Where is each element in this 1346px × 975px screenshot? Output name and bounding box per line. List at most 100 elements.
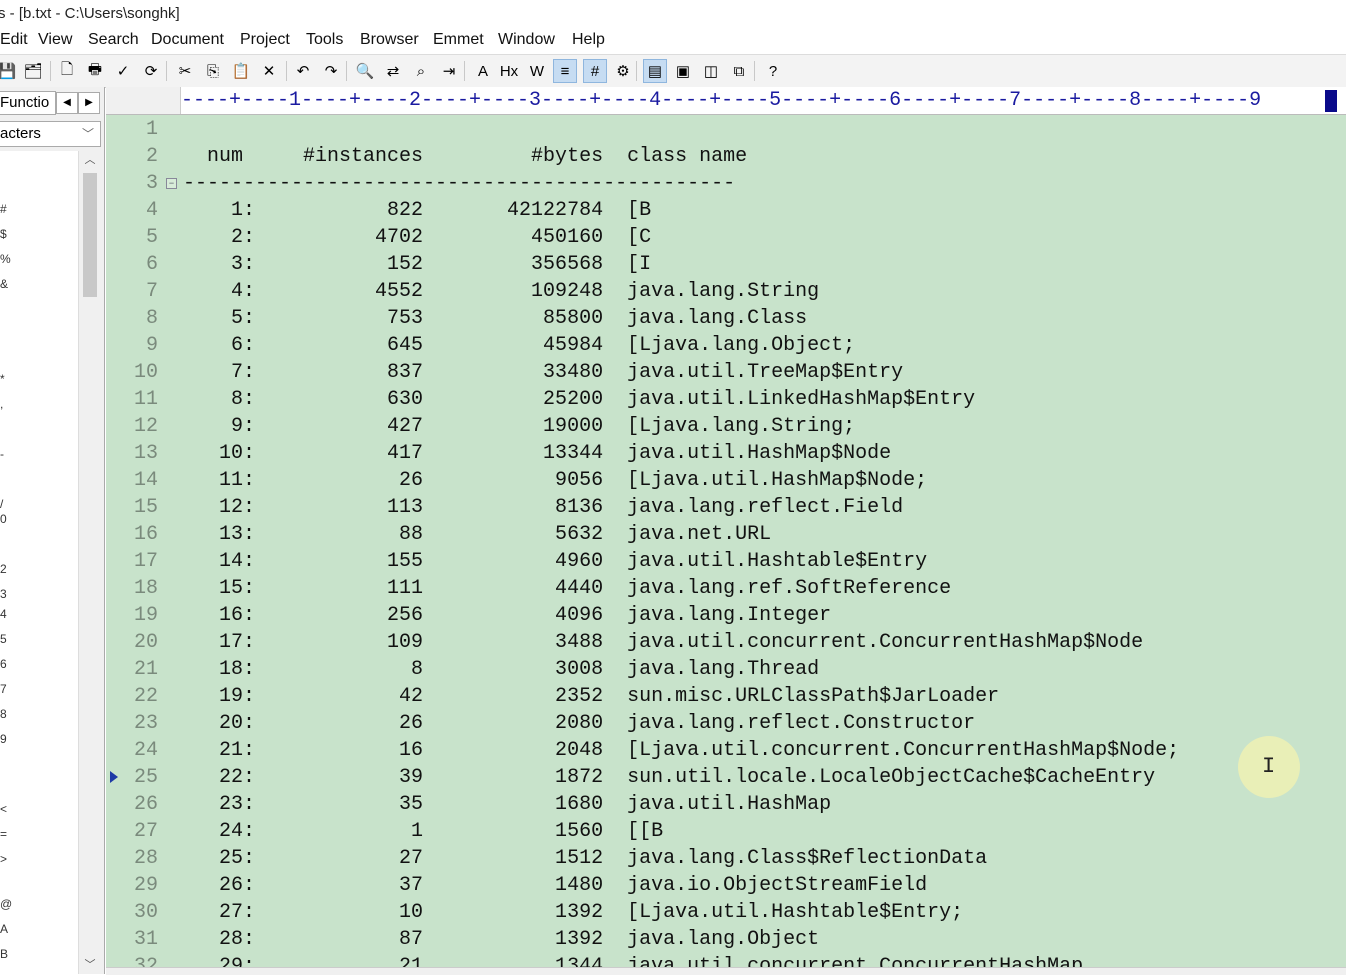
line-number: 19 (133, 604, 158, 627)
delete-icon[interactable]: ✕ (258, 60, 280, 82)
char-list-item[interactable]: 3 (0, 587, 7, 601)
char-list-item[interactable]: 4 (0, 607, 7, 621)
tab-next-icon[interactable]: ▶ (78, 92, 100, 114)
code-line: 18: 8 3008 java.lang.Thread (183, 658, 820, 681)
menu-browser[interactable]: Browser (360, 31, 419, 49)
line-number: 23 (133, 712, 158, 735)
print-preview-icon[interactable]: 🗋 (56, 60, 78, 82)
char-list-item[interactable]: * (0, 372, 5, 386)
line-number: 27 (133, 820, 158, 843)
character-list[interactable]: # $% & *, - /0 2 3 4 5 6 7 8 9 < = > @ A B (0, 151, 78, 974)
char-list-item[interactable]: & (0, 277, 8, 291)
menu-document[interactable]: Document (151, 31, 224, 49)
scroll-up-icon[interactable]: ︿ (79, 151, 101, 169)
char-list-item[interactable]: = (0, 827, 7, 841)
line-number: 32 (133, 955, 158, 967)
char-list-item[interactable]: 0 (0, 512, 7, 526)
line-number: 14 (133, 469, 158, 492)
sidebar-scrollbar[interactable]: ︿ ﹀ (78, 151, 101, 974)
indent-icon[interactable]: ⇥ (438, 60, 460, 82)
copy-icon[interactable]: ⎘ (202, 60, 224, 82)
external-icon[interactable]: ⧉ (728, 60, 750, 82)
menu-tools[interactable]: Tools (306, 31, 343, 49)
menu-help[interactable]: Help (572, 31, 605, 49)
menu-search[interactable]: Search (88, 31, 139, 49)
spell-check-icon[interactable]: ✓ (112, 60, 134, 82)
line-number: 15 (133, 496, 158, 519)
line-number: 6 (145, 253, 158, 276)
code-line: 15: 111 4440 java.lang.ref.SoftReference (183, 577, 952, 600)
line-number: 12 (133, 415, 158, 438)
line-number-gutter: 1 2 3−4 5 6 7 8 9 10 11 12 13 14 15 16 17 18 19 20 21 22 23 24… (106, 115, 178, 967)
scroll-down-icon[interactable]: ﹀ (79, 956, 101, 974)
character-set-select[interactable]: acters ﹀ (0, 121, 101, 147)
code-line: 19: 42 2352 sun.misc.URLClassPath$JarLoa… (183, 685, 1000, 708)
menu-project[interactable]: Project (240, 31, 290, 49)
menu-emmet[interactable]: Emmet (433, 31, 484, 49)
undo-icon[interactable]: ↶ (292, 60, 314, 82)
char-list-item[interactable]: A (0, 922, 8, 936)
char-list-item[interactable]: % (0, 252, 11, 266)
fold-toggle-icon[interactable]: − (166, 178, 177, 189)
find-in-files-icon[interactable]: ⌕ (410, 60, 432, 82)
code-line: 5: 753 85800 java.lang.Class (183, 307, 808, 330)
paste-icon[interactable]: 📋 (230, 60, 252, 82)
scrollbar-thumb[interactable] (83, 173, 97, 297)
code-line: 11: 26 9056 [Ljava.util.HashMap$Node; (183, 469, 928, 492)
output-icon[interactable]: ▣ (672, 60, 694, 82)
menu-edit[interactable]: Edit (0, 31, 28, 49)
char-list-item[interactable]: - (0, 447, 4, 461)
reload-icon[interactable]: ⟳ (140, 60, 162, 82)
line-number: 4 (145, 199, 158, 222)
browser-icon[interactable]: ◫ (700, 60, 722, 82)
code-line: 23: 35 1680 java.util.HashMap (183, 793, 832, 816)
char-list-item[interactable]: , (0, 397, 3, 411)
print-icon[interactable]: 🖶 (84, 60, 106, 82)
show-lines-icon[interactable]: ≡ (553, 59, 577, 83)
line-numbers-icon[interactable]: # (583, 59, 607, 83)
menu-window[interactable]: Window (498, 31, 555, 49)
save-all-icon[interactable]: 🗂 (22, 60, 44, 82)
save-icon[interactable]: 💾 (0, 60, 18, 82)
code-line: 6: 645 45984 [Ljava.lang.Object; (183, 334, 856, 357)
word-wrap-icon[interactable]: W (526, 60, 548, 82)
toolbar-separator (464, 61, 465, 81)
char-list-item[interactable]: 7 (0, 682, 7, 696)
line-number: 30 (133, 901, 158, 924)
html-tag-icon[interactable]: Hx (498, 60, 520, 82)
char-list-item[interactable]: 6 (0, 657, 7, 671)
find-icon[interactable]: 🔍 (354, 60, 376, 82)
settings-icon[interactable]: ⚙ (612, 60, 634, 82)
code-line: 24: 1 1560 [[B (183, 820, 664, 843)
char-list-item[interactable]: $ (0, 227, 7, 241)
line-number: 2 (145, 145, 158, 168)
char-list-item[interactable]: 5 (0, 632, 7, 646)
menu-view[interactable]: View (38, 31, 72, 49)
line-number: 18 (133, 577, 158, 600)
line-number: 7 (145, 280, 158, 303)
char-list-item[interactable]: 9 (0, 732, 7, 746)
char-list-item[interactable]: 8 (0, 707, 7, 721)
ruler-scale: ----+----1----+----2----+----3----+----4… (181, 89, 1262, 112)
ruler-cursor-marker (1325, 90, 1337, 112)
char-list-item[interactable]: @ (0, 897, 12, 911)
redo-icon[interactable]: ↷ (320, 60, 342, 82)
char-list-item[interactable]: 2 (0, 562, 7, 576)
text-editor[interactable]: 1 2 3−4 5 6 7 8 9 10 11 12 13 14 15 16 17 18 19 20 21 22 23 24… (106, 115, 1346, 967)
char-list-item[interactable]: # (0, 202, 7, 216)
char-list-item[interactable]: / (0, 497, 3, 511)
char-list-item[interactable]: > (0, 852, 7, 866)
help-icon[interactable]: ? (762, 60, 784, 82)
code-line: num #instances #bytes class name (183, 145, 748, 168)
code-line: 9: 427 19000 [Ljava.lang.String; (183, 415, 856, 438)
tab-prev-icon[interactable]: ◀ (56, 92, 78, 114)
code-line: 4: 4552 109248 java.lang.String (183, 280, 820, 303)
cut-icon[interactable]: ✂ (174, 60, 196, 82)
char-list-item[interactable]: < (0, 802, 7, 816)
font-icon[interactable]: A (472, 60, 494, 82)
tab-functions[interactable]: Functio (0, 91, 56, 115)
replace-icon[interactable]: ⇄ (382, 60, 404, 82)
char-list-item[interactable]: B (0, 947, 8, 961)
view-icon[interactable]: ▤ (643, 59, 667, 83)
code-line: 20: 26 2080 java.lang.reflect.Constructo… (183, 712, 976, 735)
